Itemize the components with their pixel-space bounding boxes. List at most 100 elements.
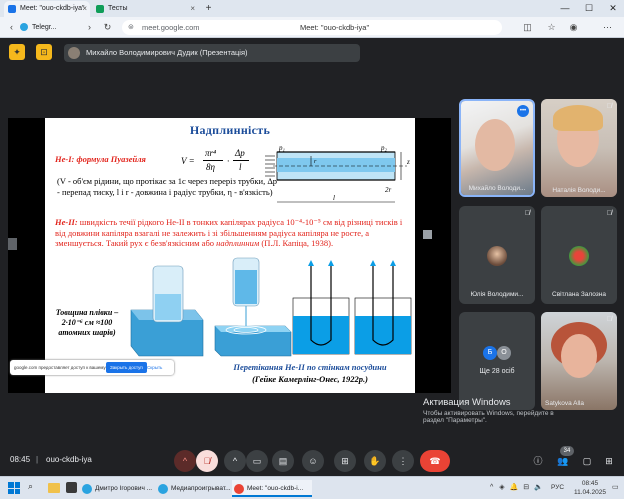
- participant-name: Михайло Володи...: [468, 185, 526, 192]
- formula-num2: Δp: [235, 148, 245, 158]
- profile-icon[interactable]: ◉: [566, 20, 581, 35]
- participant-tile-2[interactable]: 🎙̸ Наталія Володи...: [541, 99, 617, 197]
- tray-volume-icon[interactable]: 🔈: [534, 484, 543, 491]
- u-tubes-diagram: [292, 260, 412, 355]
- tray-app-icon[interactable]: ◈: [499, 484, 504, 491]
- more-avatar-o: О: [497, 346, 511, 360]
- bookmark-icon[interactable]: ☆: [544, 20, 559, 35]
- dark-app-taskbar-icon[interactable]: [66, 482, 77, 493]
- windows-taskbar: ⌕ Дмитро Ігорович ... Медиапроигрыват...…: [0, 476, 624, 499]
- slide-title: Надплинність: [189, 123, 271, 137]
- presenter-label: Михайло Володимирович Дудик (Презентація…: [86, 48, 248, 57]
- more-avatar-b: Б: [483, 346, 497, 360]
- participant-tile-4[interactable]: 🎙̸ Світлана Залозна: [541, 206, 617, 304]
- meet-control-bar: 08:45 | ouo-ckdb-iya ^ 🎙̸ ^ ▭ ▤ ☺ ⊞ ✋ ⋮ …: [0, 446, 624, 476]
- raise-hand-button[interactable]: ✋: [364, 450, 386, 472]
- taskbar-item-label: Meet: "ouo-ckdb-i...: [247, 485, 304, 492]
- pin-presentation-button[interactable]: ✦: [9, 44, 25, 60]
- chat-button[interactable]: ▢: [576, 450, 598, 472]
- formula-den: 8η: [206, 162, 215, 172]
- mic-off-icon: 🎙̸: [606, 210, 612, 217]
- back-icon[interactable]: ‹: [4, 20, 19, 35]
- end-call-button[interactable]: ☎: [420, 450, 450, 472]
- speaking-indicator-icon: •••: [517, 105, 529, 117]
- forward-icon[interactable]: ›: [82, 20, 97, 35]
- meeting-time: 08:45: [10, 455, 31, 464]
- menu-icon[interactable]: ⋯: [600, 20, 615, 35]
- participant-tile-1[interactable]: ••• Михайло Володи...: [459, 99, 535, 197]
- captions-button[interactable]: ▤: [272, 450, 294, 472]
- clock-time: 08:45: [581, 480, 599, 487]
- reload-icon[interactable]: ↻: [100, 20, 115, 35]
- tab-tests[interactable]: Тесты ×: [92, 1, 198, 17]
- tray-overflow-icon[interactable]: ^: [490, 484, 493, 491]
- notification-icon[interactable]: ▭: [612, 483, 619, 491]
- camera-options-button[interactable]: ^: [224, 450, 246, 472]
- keyboard-language[interactable]: РУС: [551, 484, 564, 491]
- site-info-icon[interactable]: ⊜: [128, 20, 134, 35]
- info-button[interactable]: ⓘ: [527, 450, 549, 472]
- tab-meet[interactable]: Meet: "ouo-ckdb-iya" ×: [4, 1, 90, 17]
- presenter-avatar: [68, 47, 80, 59]
- more-participants-tile[interactable]: Б О Ще 28 осіб: [459, 312, 535, 410]
- taskbar-item-1[interactable]: Дмитро Ігорович ...: [80, 480, 152, 497]
- telegram-app-icon: [158, 484, 168, 494]
- close-tab-icon[interactable]: ×: [190, 1, 195, 17]
- presenter-chip[interactable]: Михайло Володимирович Дудик (Презентація…: [64, 44, 360, 62]
- camera-toggle-button[interactable]: ▭: [246, 450, 268, 472]
- he2-italic: надплинним: [216, 238, 260, 248]
- telegram-favicon-icon: [20, 23, 28, 31]
- activities-button[interactable]: ⊞: [598, 450, 620, 472]
- formula-bar2: [233, 160, 249, 161]
- poiseuille-formula: V = πr⁴ 8η · Δp l: [181, 148, 265, 176]
- taskbar-item-2[interactable]: Медиапроигрыват...: [156, 480, 231, 497]
- participant-tile-3[interactable]: 🎙̸ Юлія Володими...: [459, 206, 535, 304]
- more-options-button[interactable]: ⋮: [392, 450, 414, 472]
- new-tab-button[interactable]: +: [202, 2, 215, 15]
- hide-banner-button[interactable]: Скрыть: [144, 362, 165, 373]
- left-cup-liquid: [155, 294, 181, 320]
- screen-share-banner: google.com предоставляет доступ к вашему…: [10, 360, 174, 375]
- taskbar-item-label: Медиапроигрыват...: [171, 485, 231, 492]
- he2-cite: (П.Л. Капіца, 1938).: [259, 238, 334, 248]
- close-window-button[interactable]: ✕: [602, 0, 624, 17]
- taskbar-clock[interactable]: 08:45 11.04.2025: [570, 479, 610, 497]
- audio-options-button[interactable]: ^: [174, 450, 196, 472]
- tray-icons: ^ ◈ 🔔 ⊟ 🔈: [490, 483, 543, 491]
- meet-top-bar: ✦ ⊡ Михайло Володимирович Дудик (Презент…: [0, 38, 624, 68]
- beaker-illustration: [130, 257, 292, 357]
- layout-button[interactable]: ⊡: [36, 44, 52, 60]
- taskbar-item-3[interactable]: Meet: "ouo-ckdb-i...: [232, 480, 312, 497]
- stop-sharing-button[interactable]: Закрыть доступ: [106, 362, 147, 373]
- browser-app-icon: [234, 484, 244, 494]
- present-button[interactable]: ⊞: [334, 450, 356, 472]
- page-title: Meet: "ouo-ckdb-iya": [300, 23, 370, 32]
- activation-text-1: Чтобы активировать Windows, перейдите в: [423, 410, 554, 417]
- mic-toggle-button[interactable]: 🎙̸: [196, 450, 218, 472]
- label-z: z: [406, 158, 410, 166]
- start-button[interactable]: [8, 482, 20, 494]
- participant-tile-6[interactable]: 🎙̸ Satykova Alla: [541, 312, 617, 410]
- tab-label: Meet: "ouo-ckdb-iya": [20, 5, 85, 12]
- tab-telegram-pinned[interactable]: Telegr...: [18, 20, 78, 35]
- tray-network-icon[interactable]: ⊟: [523, 484, 529, 491]
- next-slide-handle[interactable]: [423, 230, 432, 239]
- extensions-icon[interactable]: ◫: [520, 20, 535, 35]
- he2-label: Не-ІІ:: [55, 217, 78, 227]
- participant-name: Юлія Володими...: [470, 291, 524, 298]
- he1-label: Не-І: формула Пуазейля: [55, 154, 146, 164]
- minimize-button[interactable]: —: [554, 0, 576, 17]
- folder-taskbar-icon[interactable]: [48, 483, 60, 493]
- formula-bar: [203, 160, 223, 161]
- close-tab-icon[interactable]: ×: [82, 1, 87, 17]
- prev-slide-handle[interactable]: [8, 238, 17, 250]
- search-taskbar-icon[interactable]: ⌕: [28, 481, 33, 492]
- he1-description: (V - об'єм рідини, що протікає за 1с чер…: [57, 176, 278, 197]
- reactions-button[interactable]: ☺: [302, 450, 324, 472]
- people-count-badge: 34: [560, 446, 574, 456]
- hair-shape: [553, 105, 603, 131]
- meet-favicon-icon: [8, 5, 16, 13]
- maximize-button[interactable]: ☐: [578, 0, 600, 17]
- tray-bell-icon[interactable]: 🔔: [510, 484, 519, 491]
- presentation-slide: Надплинність Не-І: формула Пуазейля V = …: [45, 118, 415, 393]
